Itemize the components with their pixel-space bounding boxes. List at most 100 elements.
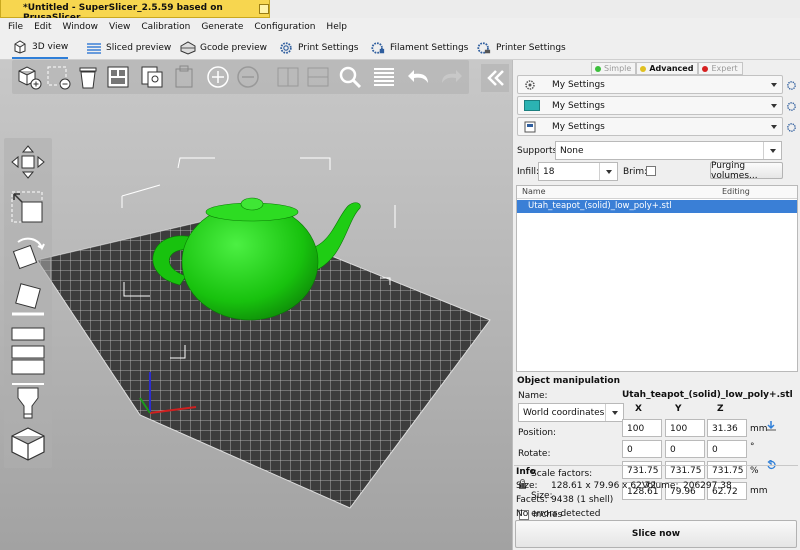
- undo-icon[interactable]: [406, 63, 434, 91]
- window-title-tab[interactable]: *Untitled - SuperSlicer_2.5.59 based on …: [0, 0, 270, 23]
- rotate-label: Rotate:: [518, 449, 551, 459]
- sidebar-panel: Simple Advanced Expert My Settings My Se…: [512, 60, 800, 550]
- info-facets-label: Facets:: [516, 495, 548, 505]
- place-on-face-icon[interactable]: [8, 280, 48, 320]
- restore-window-icon[interactable]: [259, 4, 269, 14]
- scale-icon[interactable]: [8, 188, 48, 228]
- mode-dot-icon: [640, 66, 647, 72]
- slice-now-button[interactable]: Slice now: [515, 520, 797, 548]
- copy-icon[interactable]: [138, 63, 166, 91]
- edit-filament-preset-icon[interactable]: [786, 101, 797, 112]
- tab-filament-settings[interactable]: Filament Settings: [370, 37, 468, 59]
- menu-window[interactable]: Window: [63, 22, 99, 32]
- rotate-x-input[interactable]: 0: [622, 440, 662, 458]
- tab-print-settings[interactable]: Print Settings: [278, 37, 358, 59]
- object-name: Utah_teapot_(solid)_low_poly+.stl: [528, 201, 672, 211]
- paste-icon[interactable]: [170, 63, 198, 91]
- axis-z-label: Z: [717, 404, 724, 414]
- redo-icon[interactable]: [436, 63, 464, 91]
- list-item[interactable]: Utah_teapot_(solid)_low_poly+.stl: [517, 200, 797, 213]
- tab-sliced-preview[interactable]: Sliced preview: [86, 37, 171, 59]
- gcode-icon: [180, 41, 196, 55]
- move-icon[interactable]: [8, 142, 48, 182]
- mode-dot-icon: [702, 66, 709, 72]
- add-instance-icon[interactable]: [204, 63, 232, 91]
- brim-checkbox[interactable]: [646, 166, 656, 176]
- printer-preset-combo[interactable]: My Settings: [517, 117, 783, 136]
- gear-icon: [280, 42, 292, 54]
- sla-hollow-icon[interactable]: [8, 424, 48, 464]
- position-z-input[interactable]: 31.36: [707, 419, 747, 437]
- menu-view[interactable]: View: [109, 22, 130, 32]
- tab-printer-settings[interactable]: Printer Settings: [476, 37, 566, 59]
- delete-all-icon[interactable]: [74, 63, 102, 91]
- info-facets-value: 9438 (1 shell): [551, 495, 614, 505]
- collapse-sidebar-icon[interactable]: [481, 64, 509, 92]
- supports-value: None: [560, 146, 584, 156]
- supports-select[interactable]: None: [555, 141, 782, 160]
- menu-configuration[interactable]: Configuration: [254, 22, 315, 32]
- position-y-input[interactable]: 100: [665, 419, 705, 437]
- scene-canvas[interactable]: [0, 60, 512, 550]
- rotate-icon[interactable]: [8, 234, 48, 274]
- split-objects-icon[interactable]: [274, 63, 302, 91]
- info-volume-value: 206297.38: [683, 481, 732, 491]
- position-x-input[interactable]: 100: [622, 419, 662, 437]
- chevron-down-icon: [771, 83, 777, 87]
- scale-factors-label: Scale factors:: [531, 469, 593, 479]
- tab-gcode-preview[interactable]: Gcode preview: [180, 37, 267, 59]
- menu-calibration[interactable]: Calibration: [141, 22, 190, 32]
- mode-advanced[interactable]: Advanced: [636, 62, 699, 75]
- info-title: Info: [516, 467, 536, 477]
- mode-expert[interactable]: Expert: [698, 62, 743, 75]
- seam-paint-icon[interactable]: [8, 384, 48, 424]
- rotate-z-input[interactable]: 0: [707, 440, 747, 458]
- menu-generate[interactable]: Generate: [201, 22, 243, 32]
- delete-icon[interactable]: [44, 63, 72, 91]
- add-icon[interactable]: [15, 63, 43, 91]
- printer-gear-icon: [477, 42, 491, 54]
- infill-select[interactable]: 18: [538, 162, 618, 181]
- filament-preset-combo[interactable]: My Settings: [517, 96, 783, 115]
- 3d-viewport[interactable]: [0, 60, 512, 550]
- tab-label: Gcode preview: [200, 43, 268, 53]
- object-list[interactable]: Name Editing Utah_teapot_(solid)_low_pol…: [516, 185, 798, 372]
- mode-simple[interactable]: Simple: [591, 62, 637, 75]
- scale-y-input[interactable]: 731.75: [665, 461, 705, 479]
- scale-unit: %: [750, 466, 759, 476]
- column-name[interactable]: Name: [522, 187, 546, 196]
- search-icon[interactable]: [336, 63, 364, 91]
- edit-printer-preset-icon[interactable]: [786, 122, 797, 133]
- menu-help[interactable]: Help: [326, 22, 347, 32]
- supports-label: Supports:: [517, 146, 561, 156]
- mode-dot-icon: [595, 66, 601, 72]
- info-errors: No errors detected: [516, 509, 601, 519]
- arrange-icon[interactable]: [104, 63, 132, 91]
- top-toolbar: [12, 60, 469, 94]
- menu-edit[interactable]: Edit: [34, 22, 51, 32]
- purging-volumes-button[interactable]: Purging volumes...: [710, 161, 783, 181]
- chevron-down-icon: [771, 125, 777, 129]
- chevron-down-icon: [771, 104, 777, 108]
- edit-print-preset-icon[interactable]: [786, 80, 797, 91]
- column-editing[interactable]: Editing: [722, 187, 750, 196]
- scale-x-input[interactable]: 731.75: [622, 461, 662, 479]
- coordinate-system-select[interactable]: World coordinates: [518, 403, 624, 422]
- remove-instance-icon[interactable]: [234, 63, 262, 91]
- title-bar: *Untitled - SuperSlicer_2.5.59 based on …: [0, 0, 800, 23]
- rotate-y-input[interactable]: 0: [665, 440, 705, 458]
- tab-label: Sliced preview: [106, 43, 172, 53]
- print-preset-combo[interactable]: My Settings: [517, 75, 783, 94]
- menu-file[interactable]: File: [8, 22, 23, 32]
- left-toolbar: [4, 138, 52, 468]
- infill-label: Infill:: [517, 167, 540, 177]
- preset-label: My Settings: [552, 80, 605, 90]
- split-parts-icon[interactable]: [304, 63, 332, 91]
- scale-z-input[interactable]: 731.75: [707, 461, 747, 479]
- layer-editing-icon[interactable]: [370, 63, 398, 91]
- drop-to-bed-icon[interactable]: [766, 420, 777, 431]
- tab-label: 3D view: [32, 42, 69, 52]
- tab-3d-view[interactable]: 3D view: [12, 37, 69, 59]
- coords-value: World coordinates: [523, 408, 605, 418]
- tab-bar: 3D view Sliced preview Gcode preview Pri…: [0, 35, 800, 60]
